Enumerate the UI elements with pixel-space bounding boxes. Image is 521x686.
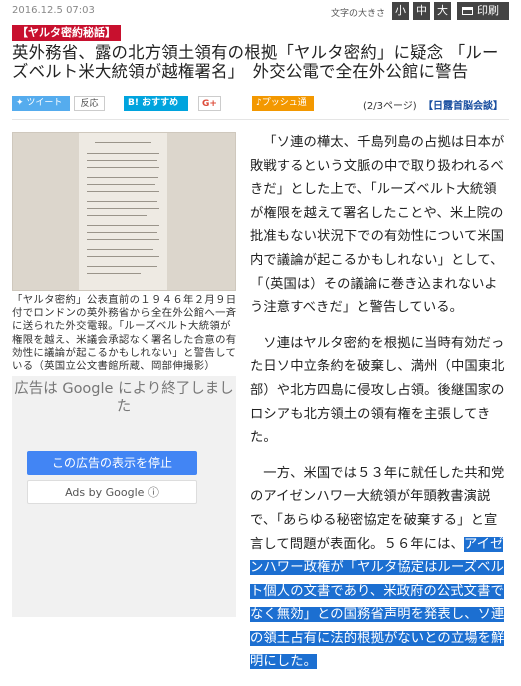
tweet-label: ツイート (26, 98, 63, 108)
article-paragraph-3: 一方、米国では５３年に就任した共和党のアイゼンハワー大統領が年頭教書演説で、「あ… (250, 462, 510, 674)
telegram-document-image (79, 133, 167, 290)
font-size-label: 文字の大きさ (331, 9, 386, 19)
series-link[interactable]: 【日露首脳会談】 (423, 97, 503, 112)
ad-closed-message: 広告は Google により終了しました (14, 381, 234, 415)
header-divider (12, 119, 509, 120)
printer-icon (462, 7, 473, 15)
category-tag[interactable]: 【ヤルタ密約秘話】 (12, 25, 121, 41)
top-bar: 2016.12.5 07:03 文字の大きさ 小 中 大 印刷 (0, 0, 521, 24)
push-notification-button[interactable]: ♪プッシュ通知 (252, 96, 314, 123)
print-button[interactable]: 印刷 (457, 2, 509, 20)
font-small-button[interactable]: 小 (392, 2, 409, 20)
article-headline: 英外務省、露の北方領土領有の根拠「ヤルタ密約」に疑念 「ルーズベルト米大統領が越… (12, 43, 499, 81)
hatena-icon: B! (128, 98, 139, 108)
font-large-button[interactable]: 大 (434, 2, 451, 20)
share-bar: ✦ ツイート 反応 B! おすすめ 2,740 G+ ♪プッシュ通知 (2/3ペ… (0, 96, 521, 123)
hatena-bookmark-button[interactable]: B! おすすめ 2,740 (124, 96, 188, 123)
font-medium-button[interactable]: 中 (413, 2, 430, 20)
twitter-bird-icon: ✦ (16, 98, 24, 108)
stop-ad-button[interactable]: この広告の表示を停止 (27, 451, 197, 475)
print-label: 印刷 (477, 4, 499, 17)
article-body: 「ソ連の樺太、千島列島の占拠は日本が敗戦するという文脈の中で取り扱われるべきだ」… (250, 131, 510, 686)
article-paragraph-2: ソ連はヤルタ密約を根拠に当時有効だった日ソ中立条約を破棄し、満州（中国東北部）や… (250, 335, 505, 446)
google-plus-button[interactable]: G+ (198, 96, 221, 111)
publish-date: 2016.12.5 07:03 (12, 5, 95, 16)
selected-text[interactable]: アイゼンハワー政権が「ヤルタ協定はルーズベルト個人の文書であり、米政府の公式文書… (250, 536, 505, 670)
tweet-reaction-count[interactable]: 反応 (74, 96, 105, 111)
page-indicator: (2/3ページ) (363, 101, 417, 112)
tweet-button[interactable]: ✦ ツイート (12, 96, 70, 111)
photo-caption: 「ヤルタ密約」公表直前の１９４６年２月９日付でロンドンの英外務省から全在外公館へ… (12, 294, 237, 373)
article-photo[interactable] (12, 132, 236, 291)
ads-by-google-button[interactable]: Ads by Google ⓘ (27, 480, 197, 504)
article-paragraph-1: 「ソ連の樺太、千島列島の占拠は日本が敗戦するという文脈の中で取り扱われるべきだ」… (250, 135, 505, 316)
